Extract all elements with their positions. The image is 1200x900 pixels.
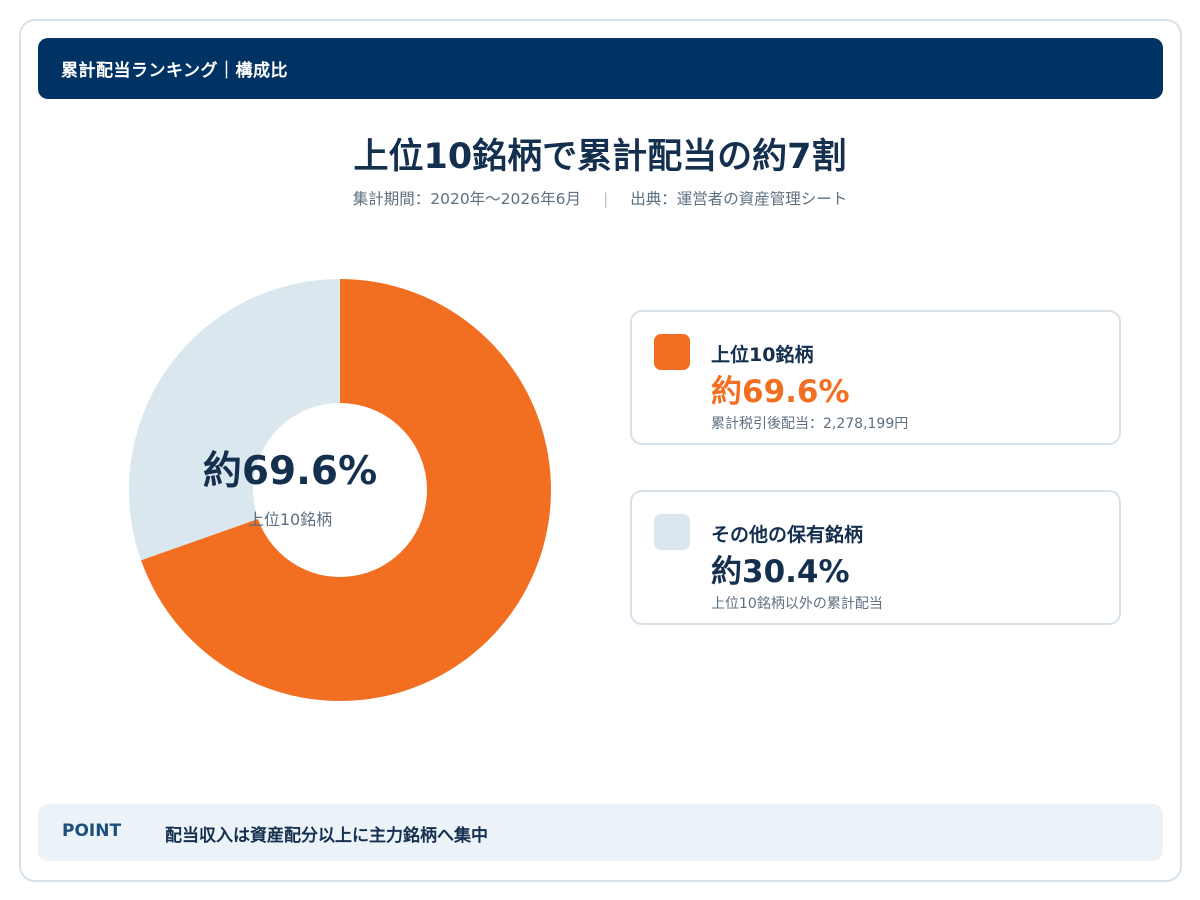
header-bar: 累計配当ランキング｜構成比 xyxy=(38,38,1163,99)
legend-pct-top10: 約69.6% xyxy=(711,374,850,410)
period-text: 集計期間：2020年〜2026年6月 xyxy=(352,190,581,208)
legend-pct-others: 約30.4% xyxy=(711,554,850,590)
legend-name-others: その他の保有銘柄 xyxy=(711,524,864,546)
point-bar: POINT 配当収入は資産配分以上に主力銘柄へ集中 xyxy=(38,804,1163,861)
header-title: 累計配当ランキング｜構成比 xyxy=(61,61,288,81)
legend-card-top10: 上位10銘柄 約69.6% 累計税引後配当：2,278,199円 xyxy=(630,310,1121,445)
subtitle-separator: | xyxy=(603,190,609,208)
point-text: 配当収入は資産配分以上に主力銘柄へ集中 xyxy=(165,826,488,846)
legend-name-top10: 上位10銘柄 xyxy=(711,344,814,366)
main-title: 上位10銘柄で累計配当の約7割 xyxy=(353,137,847,177)
legend-swatch-others xyxy=(654,514,690,550)
subtitle: 集計期間：2020年〜2026年6月 | 出典：運営者の資産管理シート xyxy=(0,187,1200,209)
point-label: POINT xyxy=(62,821,122,841)
legend-desc-others: 上位10銘柄以外の累計配当 xyxy=(711,596,883,612)
donut-center-label: 上位10銘柄 xyxy=(247,510,333,529)
legend-swatch-top10 xyxy=(654,334,690,370)
donut-center-value: 約69.6% xyxy=(202,449,378,494)
legend-desc-top10: 累計税引後配当：2,278,199円 xyxy=(711,416,909,432)
source-text: 出典：運営者の資産管理シート xyxy=(630,190,848,208)
legend-card-others: その他の保有銘柄 約30.4% 上位10銘柄以外の累計配当 xyxy=(630,490,1121,625)
